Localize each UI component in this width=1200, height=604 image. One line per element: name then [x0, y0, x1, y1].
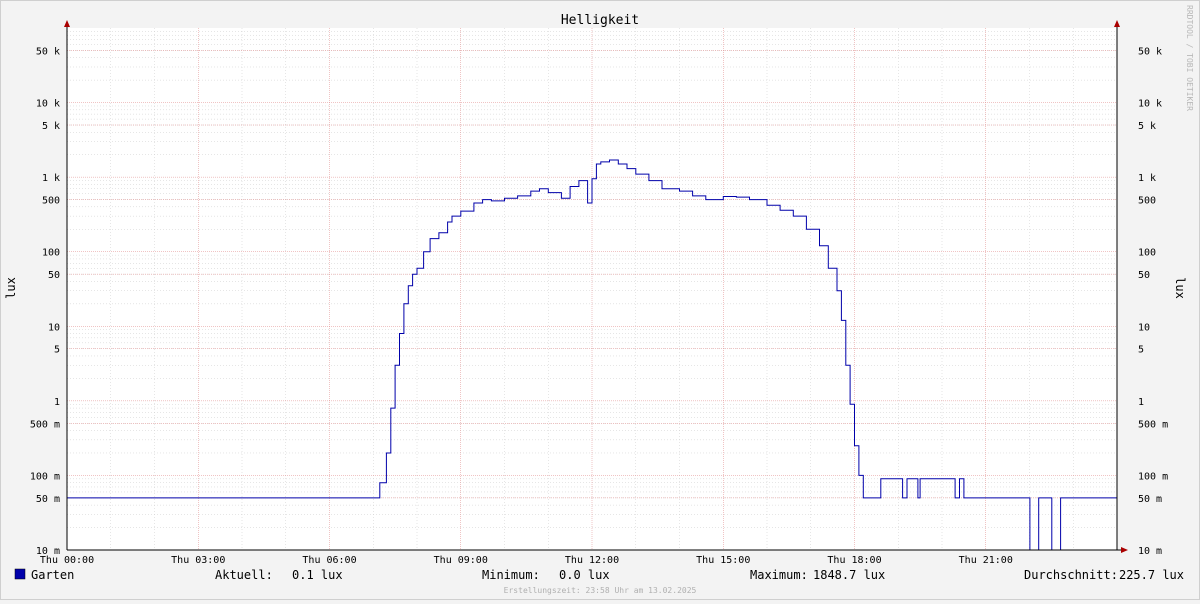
- y-tick-label-left: 500 m: [30, 419, 60, 430]
- y-tick-label-left: 500: [42, 196, 60, 207]
- y-axis-label-left: lux: [4, 277, 18, 299]
- y-tick-labels-left: 50 k 10 k 5 k 1 k 500 100 50 10 5 1 500 m 100 m 50 m…: [30, 46, 60, 557]
- legend-maximum-label: Maximum:: [750, 568, 808, 582]
- y-tick-label-left: 100 m: [30, 471, 60, 482]
- x-tick-label: Thu 00:00: [40, 555, 94, 566]
- y-tick-label-right: 100 m: [1138, 471, 1168, 482]
- y-tick-label-right: 500 m: [1138, 419, 1168, 430]
- y-tick-label-left: 5: [54, 345, 60, 356]
- legend-swatch-garten: [14, 568, 26, 580]
- legend-aktuell-label: Aktuell:: [215, 568, 273, 582]
- y-tick-label-right: 1: [1138, 397, 1144, 408]
- legend-durchschnitt-label: Durchschnitt:: [1024, 568, 1118, 582]
- y-tick-label-right: 10 m: [1138, 546, 1162, 557]
- chart-frame: Helligkeit RRDTOOL / TOBI OETIKER lux lu…: [0, 0, 1200, 600]
- y-tick-label-left: 50 k: [36, 46, 60, 57]
- y-tick-label-left: 1: [54, 397, 60, 408]
- x-axis-arrow: [1121, 547, 1128, 553]
- y-tick-label-left: 50: [48, 270, 60, 281]
- y-tick-label-right: 10: [1138, 322, 1150, 333]
- chart-svg: Helligkeit RRDTOOL / TOBI OETIKER lux lu…: [4, 5, 1194, 595]
- y-tick-label-right: 1 k: [1138, 173, 1156, 184]
- x-tick-label: Thu 18:00: [827, 555, 881, 566]
- y-tick-label-left: 10: [48, 322, 60, 333]
- y-tick-label-right: 10 k: [1138, 99, 1162, 110]
- y-tick-label-left: 10 k: [36, 99, 60, 110]
- y-tick-label-left: 1 k: [42, 173, 60, 184]
- y-tick-labels-right: 50 k 10 k 5 k 1 k 500 100 50 10 5 1 500 m 100 m 50 m…: [1138, 46, 1168, 557]
- y-tick-label-right: 50: [1138, 270, 1150, 281]
- legend-durchschnitt-value: 225.7 lux: [1119, 568, 1184, 582]
- y-tick-label-right: 5 k: [1138, 121, 1156, 132]
- legend-minimum-value: 0.0 lux: [559, 568, 610, 582]
- x-tick-label: Thu 03:00: [171, 555, 225, 566]
- x-tick-label: Thu 09:00: [434, 555, 488, 566]
- y-tick-label-right: 100: [1138, 248, 1156, 259]
- y-tick-label-left: 100: [42, 248, 60, 259]
- y-axis-arrow-right: [1114, 20, 1120, 27]
- x-tick-label: Thu 06:00: [302, 555, 356, 566]
- rrdtool-watermark: RRDTOOL / TOBI OETIKER: [1185, 5, 1194, 111]
- x-tick-labels: Thu 00:00 Thu 03:00 Thu 06:00 Thu 09:00 Thu …: [40, 555, 1013, 566]
- y-tick-label-right: 500: [1138, 196, 1156, 207]
- legend-maximum-value: 1848.7 lux: [813, 568, 885, 582]
- x-tick-label: Thu 15:00: [696, 555, 750, 566]
- y-tick-label-right: 5: [1138, 345, 1144, 356]
- chart-title: Helligkeit: [561, 13, 639, 28]
- legend-minimum-label: Minimum:: [482, 568, 540, 582]
- y-tick-label-left: 5 k: [42, 121, 60, 132]
- y-axis-arrow-left: [64, 20, 70, 27]
- x-tick-label: Thu 12:00: [565, 555, 619, 566]
- footer-timestamp: Erstellungszeit: 23:58 Uhr am 13.02.2025: [504, 586, 697, 595]
- y-tick-label-left: 50 m: [36, 494, 60, 505]
- legend-series-name: Garten: [31, 568, 74, 582]
- y-tick-label-right: 50 k: [1138, 46, 1162, 57]
- y-axis-label-right: lux: [1173, 277, 1187, 299]
- y-tick-label-right: 50 m: [1138, 494, 1162, 505]
- x-tick-label: Thu 21:00: [959, 555, 1013, 566]
- legend-aktuell-value: 0.1 lux: [292, 568, 343, 582]
